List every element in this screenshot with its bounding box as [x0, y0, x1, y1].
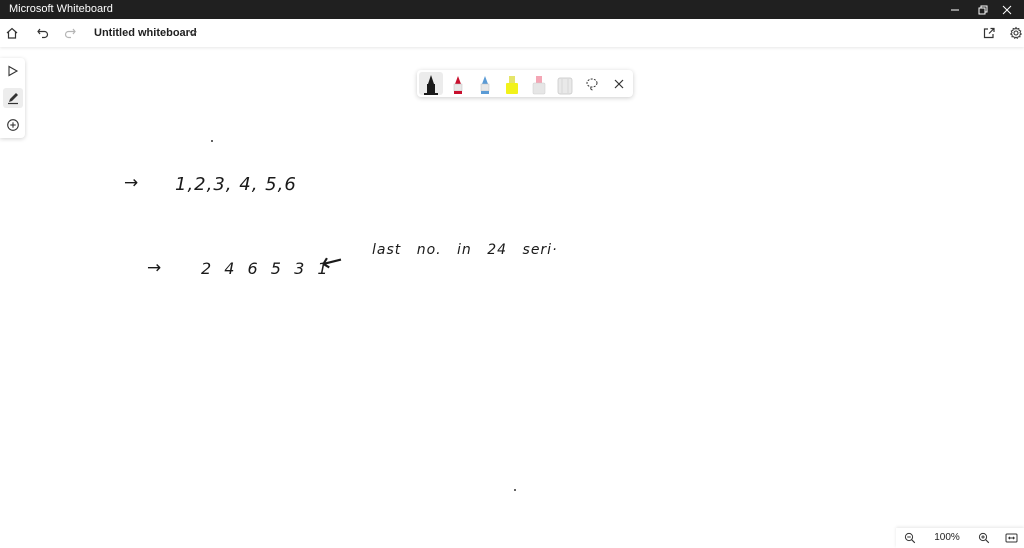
undo-icon: [37, 28, 49, 39]
home-icon: [6, 27, 18, 39]
share-icon: [983, 27, 995, 39]
ink-note: last no. in 24 seri·: [372, 242, 558, 258]
zoom-in-icon: [978, 532, 990, 544]
ink-dot: [514, 489, 516, 491]
gear-icon: [1009, 26, 1023, 40]
board-title[interactable]: Untitled whiteboard: [94, 28, 197, 39]
zoom-bar: 100%: [896, 528, 1024, 548]
undo-button[interactable]: [33, 23, 53, 43]
minimize-icon: [951, 9, 959, 10]
zoom-out-icon: [904, 532, 916, 544]
ink-arrow-right: →: [147, 258, 162, 278]
whiteboard-canvas[interactable]: [0, 47, 1024, 548]
ink-arrow-right: →: [124, 173, 139, 193]
ink-sequence-2: 2 4 6 5 3 1: [201, 259, 329, 278]
redo-icon: [64, 28, 76, 39]
home-button[interactable]: [2, 23, 22, 43]
zoom-in-button[interactable]: [976, 530, 992, 546]
zoom-level: 100%: [934, 532, 960, 543]
close-window-button[interactable]: [990, 0, 1024, 19]
restore-icon: [978, 5, 988, 14]
share-button[interactable]: [979, 23, 999, 43]
fit-to-screen-button[interactable]: [1003, 530, 1019, 546]
fit-screen-icon: [1005, 533, 1017, 543]
zoom-out-button[interactable]: [902, 530, 918, 546]
redo-button[interactable]: [60, 23, 80, 43]
close-icon: [1002, 5, 1012, 14]
app-bar: Untitled whiteboard: [0, 19, 1024, 47]
ink-sequence-1: 1,2,3, 4, 5,6: [175, 174, 297, 195]
chevron-down-icon[interactable]: [187, 27, 199, 39]
settings-button[interactable]: [1006, 23, 1024, 43]
app-title: Microsoft Whiteboard: [9, 3, 113, 15]
ink-dot: [211, 140, 213, 142]
title-bar: Microsoft Whiteboard: [0, 0, 1024, 19]
